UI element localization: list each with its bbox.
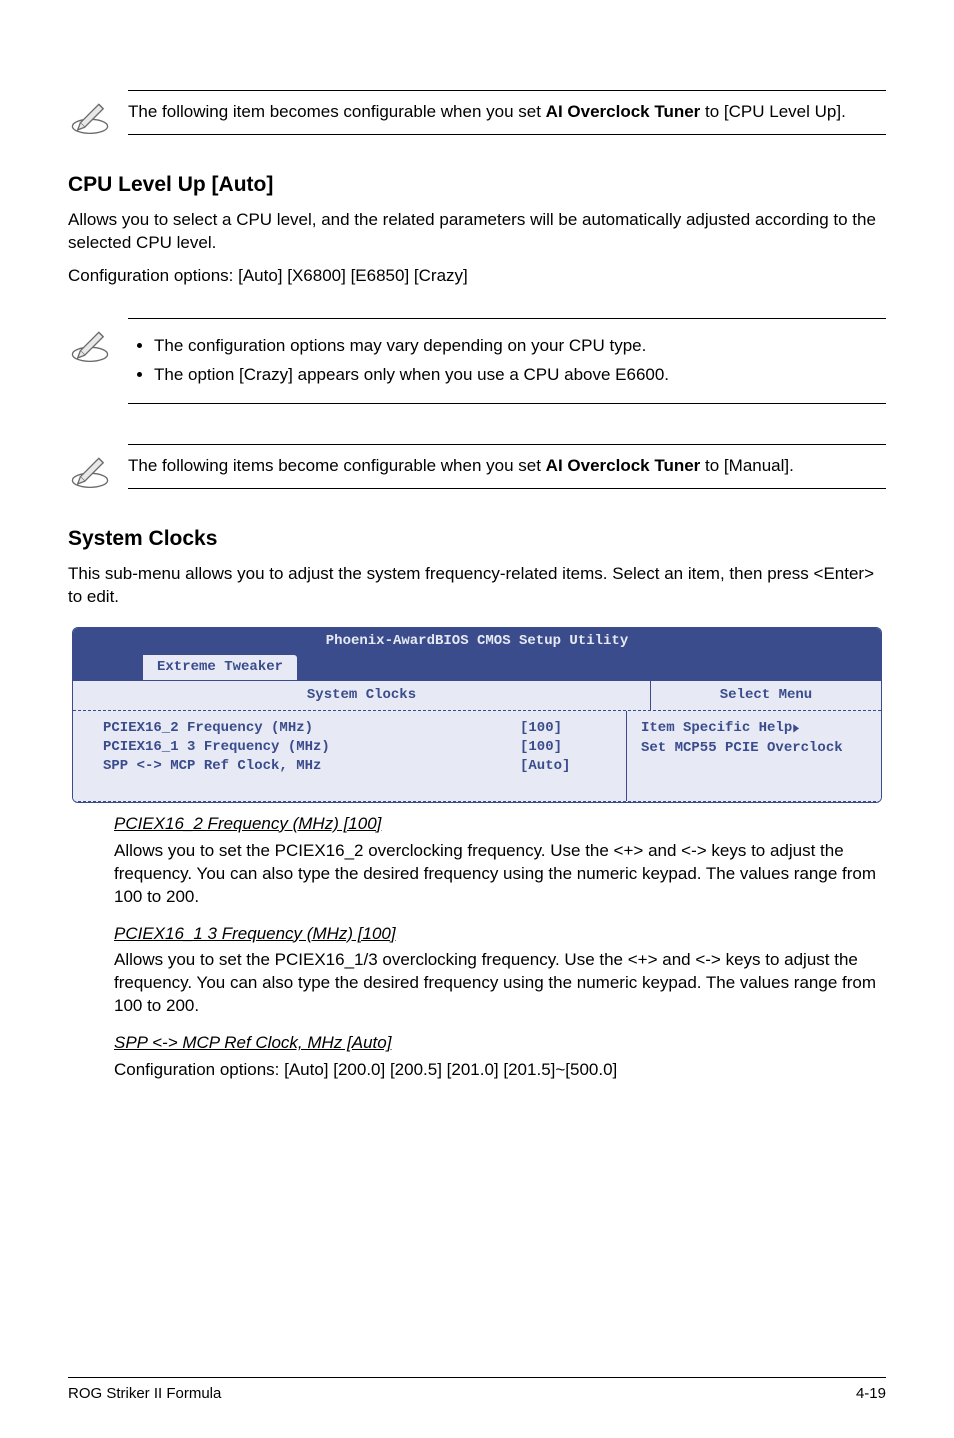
triangle-right-icon: ▶ xyxy=(794,720,800,739)
cpu-level-up-desc: Allows you to select a CPU level, and th… xyxy=(68,209,886,255)
detail-head-1: PCIEX16_2 Frequency (MHz) [100] xyxy=(114,813,878,836)
cpu-level-up-options: Configuration options: [Auto] [X6800] [E… xyxy=(68,265,886,288)
detail-head-3: SPP <-> MCP Ref Clock, MHz [Auto] xyxy=(114,1032,878,1055)
system-clocks-desc: This sub-menu allows you to adjust the s… xyxy=(68,563,886,609)
note-text: The configuration options may vary depen… xyxy=(128,318,886,404)
note-block-2: The configuration options may vary depen… xyxy=(68,318,886,404)
note-text: The following items become configurable … xyxy=(128,444,886,489)
footer-left: ROG Striker II Formula xyxy=(68,1384,221,1404)
heading-cpu-level-up: CPU Level Up [Auto] xyxy=(68,171,886,199)
note-text: The following item becomes configurable … xyxy=(128,90,886,135)
pencil-note-icon xyxy=(68,318,128,371)
bios-screenshot: Phoenix-AwardBIOS CMOS Setup Utility Ext… xyxy=(72,627,882,803)
footer-right: 4-19 xyxy=(856,1384,886,1404)
detail-head-2: PCIEX16_1 3 Frequency (MHz) [100] xyxy=(114,923,878,946)
detail-body-2: Allows you to set the PCIEX16_1/3 overcl… xyxy=(114,949,878,1018)
bios-row-label: PCIEX16_1 3 Frequency (MHz) xyxy=(103,738,520,757)
pencil-note-icon xyxy=(68,90,128,143)
bios-help-line2: Set MCP55 PCIE Overclock xyxy=(641,739,871,758)
bios-title: Phoenix-AwardBIOS CMOS Setup Utility xyxy=(73,628,881,655)
bios-col-left: System Clocks xyxy=(73,681,651,710)
bios-tab-extreme-tweaker: Extreme Tweaker xyxy=(143,655,297,680)
bios-row-value: [100] xyxy=(520,719,610,738)
note2-item1: The configuration options may vary depen… xyxy=(154,335,886,358)
heading-system-clocks: System Clocks xyxy=(68,525,886,553)
bios-left-panel: PCIEX16_2 Frequency (MHz)[100] PCIEX16_1… xyxy=(73,711,627,801)
bios-row-value: [Auto] xyxy=(520,757,610,776)
bios-col-right: Select Menu xyxy=(651,681,881,710)
bios-row-label: PCIEX16_2 Frequency (MHz) xyxy=(103,719,520,738)
bios-row-label: SPP <-> MCP Ref Clock, MHz xyxy=(103,757,520,776)
note-block-1: The following item becomes configurable … xyxy=(68,90,886,143)
page-footer: ROG Striker II Formula 4-19 xyxy=(68,1377,886,1404)
bios-right-panel: Item Specific Help▶ Set MCP55 PCIE Overc… xyxy=(627,711,881,801)
detail-body-1: Allows you to set the PCIEX16_2 overcloc… xyxy=(114,840,878,909)
note-block-3: The following items become configurable … xyxy=(68,444,886,497)
bios-help-line1: Item Specific Help xyxy=(641,720,792,736)
bios-row-value: [100] xyxy=(520,738,610,757)
pencil-note-icon xyxy=(68,444,128,497)
details-block: PCIEX16_2 Frequency (MHz) [100] Allows y… xyxy=(114,813,878,1082)
note2-item2: The option [Crazy] appears only when you… xyxy=(154,364,886,387)
detail-body-3: Configuration options: [Auto] [200.0] [2… xyxy=(114,1059,878,1082)
